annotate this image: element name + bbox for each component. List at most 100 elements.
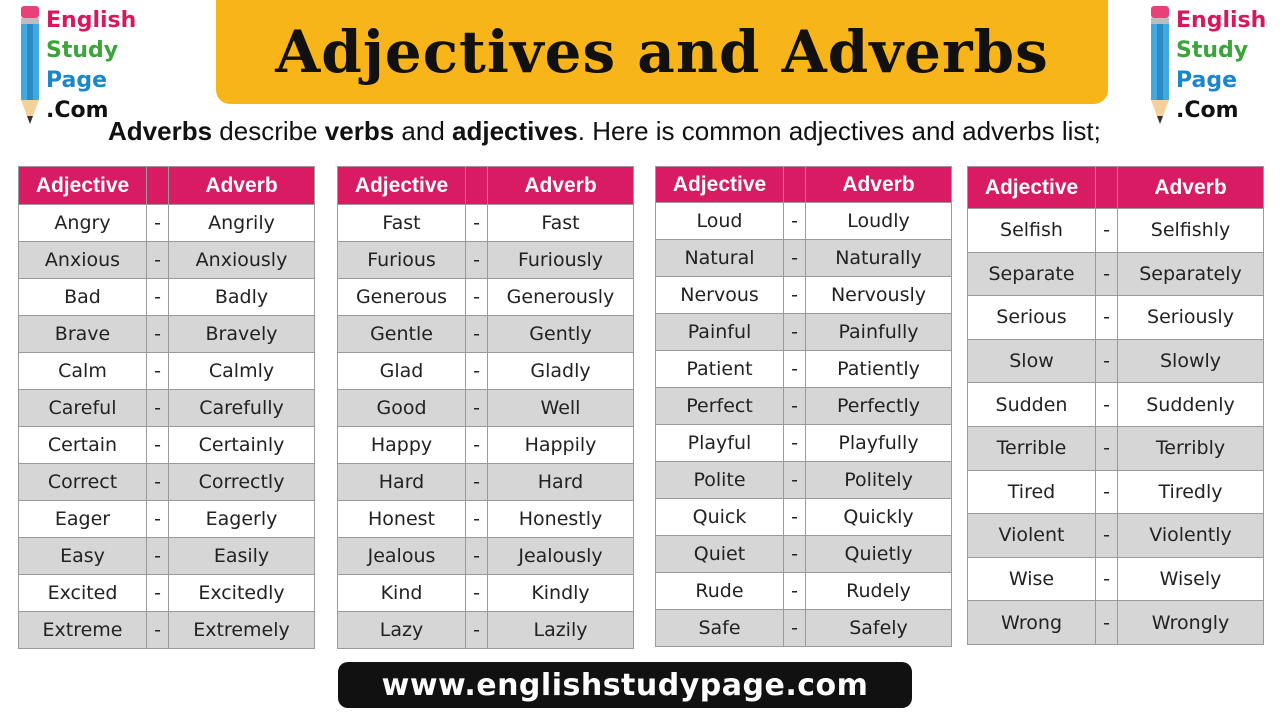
- dash-cell: -: [146, 611, 169, 649]
- dash-cell: -: [783, 461, 806, 499]
- logo-text: English Study Page .Com: [1176, 6, 1266, 126]
- dash-cell: -: [783, 350, 806, 388]
- word-table-4: Adjective Adverb Selfish - Selfishly Separa…: [967, 166, 1264, 645]
- website-footer: www.englishstudypage.com: [338, 662, 912, 708]
- subtitle-bold-adverbs: Adverbs: [108, 116, 213, 146]
- table-row: Happy - Happily: [337, 426, 634, 464]
- table-row: Easy - Easily: [18, 537, 315, 575]
- dash-cell: -: [146, 574, 169, 612]
- adjective-cell: Selfish: [967, 208, 1096, 253]
- adjective-cell: Certain: [18, 426, 147, 464]
- adjective-cell: Easy: [18, 537, 147, 575]
- table-row: Safe - Safely: [655, 609, 952, 647]
- table-row: Separate - Separately: [967, 251, 1264, 297]
- adjective-cell: Glad: [337, 352, 466, 390]
- adverb-cell: Jealously: [487, 537, 634, 575]
- adverb-cell: Kindly: [487, 574, 634, 612]
- adjective-cell: Gentle: [337, 315, 466, 353]
- adjective-cell: Honest: [337, 500, 466, 538]
- column-header-dash: [1095, 166, 1118, 209]
- column-header-adjective: Adjective: [655, 166, 784, 203]
- column-header-adjective: Adjective: [967, 166, 1096, 209]
- dash-cell: -: [146, 241, 169, 279]
- dash-cell: -: [465, 204, 488, 242]
- dash-cell: -: [146, 463, 169, 501]
- adjective-cell: Generous: [337, 278, 466, 316]
- table-row: Sudden - Suddenly: [967, 382, 1264, 427]
- adverb-cell: Selfishly: [1117, 208, 1264, 253]
- dash-cell: -: [1095, 338, 1118, 384]
- table-row: Careful - Carefully: [18, 389, 315, 427]
- table-row: Excited - Excitedly: [18, 574, 315, 612]
- logo-line-page: Page: [1176, 68, 1238, 93]
- logo-text: English Study Page .Com: [46, 6, 136, 126]
- table-row: Terrible - Terribly: [967, 425, 1264, 471]
- adjective-cell: Eager: [18, 500, 147, 538]
- dash-cell: -: [783, 609, 806, 647]
- dash-cell: -: [783, 498, 806, 536]
- adjective-cell: Painful: [655, 313, 784, 351]
- dash-cell: -: [1095, 208, 1118, 253]
- dash-cell: -: [465, 278, 488, 316]
- adverb-cell: Generously: [487, 278, 634, 316]
- adverb-cell: Loudly: [805, 202, 952, 240]
- column-header-dash: [783, 166, 806, 203]
- adverb-cell: Rudely: [805, 572, 952, 610]
- adverb-cell: Painfully: [805, 313, 952, 351]
- subtitle-bold-adjectives: adjectives: [452, 116, 578, 146]
- adjective-cell: Playful: [655, 424, 784, 462]
- adverb-cell: Wisely: [1117, 556, 1264, 602]
- table-row: Hard - Hard: [337, 463, 634, 501]
- adjective-cell: Polite: [655, 461, 784, 499]
- table-row: Patient - Patiently: [655, 350, 952, 388]
- column-header-adverb: Adverb: [487, 166, 634, 205]
- logo-line-com: .Com: [1176, 98, 1239, 123]
- adverb-cell: Gently: [487, 315, 634, 353]
- adjective-cell: Kind: [337, 574, 466, 612]
- adjective-cell: Nervous: [655, 276, 784, 314]
- adverb-cell: Perfectly: [805, 387, 952, 425]
- logo-line-english: English: [46, 8, 137, 33]
- table-row: Gentle - Gently: [337, 315, 634, 353]
- adjective-cell: Serious: [967, 295, 1096, 340]
- website-url: www.englishstudypage.com: [381, 667, 869, 703]
- table-row: Playful - Playfully: [655, 424, 952, 462]
- subtitle-bold-verbs: verbs: [324, 116, 395, 146]
- adverb-cell: Badly: [168, 278, 315, 316]
- logo-line-english: English: [1176, 8, 1267, 33]
- adverb-cell: Anxiously: [168, 241, 315, 279]
- adverb-cell: Quietly: [805, 535, 952, 573]
- adverb-cell: Quickly: [805, 498, 952, 536]
- adjective-cell: Lazy: [337, 611, 466, 649]
- adverb-cell: Tiredly: [1117, 469, 1264, 515]
- adverb-cell: Eagerly: [168, 500, 315, 538]
- table-row: Wrong - Wrongly: [967, 600, 1264, 645]
- adverb-cell: Lazily: [487, 611, 634, 649]
- adverb-cell: Playfully: [805, 424, 952, 462]
- table-row: Serious - Seriously: [967, 295, 1264, 340]
- adverb-cell: Correctly: [168, 463, 315, 501]
- dash-cell: -: [146, 352, 169, 390]
- table-row: Polite - Politely: [655, 461, 952, 499]
- subtitle-text: . Here is common adjectives and adverbs …: [577, 116, 1101, 146]
- table-row: Nervous - Nervously: [655, 276, 952, 314]
- adjective-cell: Separate: [967, 251, 1096, 297]
- adjective-cell: Correct: [18, 463, 147, 501]
- dash-cell: -: [1095, 469, 1118, 515]
- adverb-cell: Furiously: [487, 241, 634, 279]
- word-table-2: Adjective Adverb Fast - Fast Furious - Furiou…: [337, 166, 634, 649]
- adverb-cell: Politely: [805, 461, 952, 499]
- adjective-cell: Careful: [18, 389, 147, 427]
- dash-cell: -: [146, 315, 169, 353]
- word-table-3: Adjective Adverb Loud - Loudly Natural - Natu…: [655, 166, 952, 647]
- table-row: Wise - Wisely: [967, 556, 1264, 602]
- adjective-cell: Safe: [655, 609, 784, 647]
- adverb-cell: Angrily: [168, 204, 315, 242]
- table-row: Quick - Quickly: [655, 498, 952, 536]
- adverb-cell: Gladly: [487, 352, 634, 390]
- table-row: Kind - Kindly: [337, 574, 634, 612]
- adjective-cell: Wrong: [967, 600, 1096, 645]
- table-row: Quiet - Quietly: [655, 535, 952, 573]
- logo-right: English Study Page .Com: [1144, 6, 1266, 134]
- column-header-dash: [146, 166, 169, 205]
